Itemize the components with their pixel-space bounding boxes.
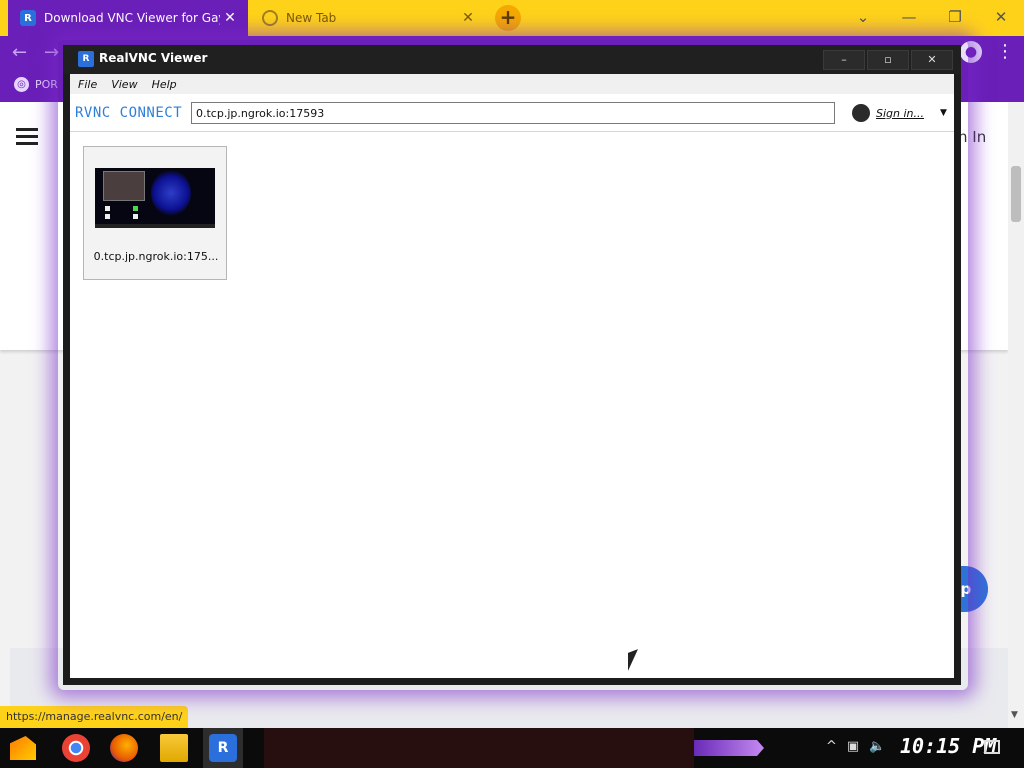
scrollbar[interactable] — [1008, 102, 1024, 728]
new-tab-button[interactable]: + — [495, 5, 521, 31]
taskbar-clock[interactable]: 10:15 PM — [900, 734, 996, 758]
tab-title: New Tab — [286, 11, 337, 25]
minimize-button[interactable]: – — [823, 50, 865, 70]
scrollbar-thumb[interactable] — [1011, 166, 1021, 222]
bookmark-item[interactable]: ◎ POR — [14, 77, 58, 92]
status-bar-url: https://manage.realvnc.com/en/ — [0, 706, 189, 728]
rvnc-connect-logo: RVNC CONNECT — [75, 105, 183, 121]
window-title: RealVNC Viewer — [99, 51, 208, 65]
connection-label: 0.tcp.jp.ngrok.io:175... — [93, 250, 219, 263]
close-window-button[interactable]: ✕ — [911, 50, 953, 70]
hamburger-menu-icon[interactable] — [16, 128, 38, 149]
address-bar: RVNC CONNECT Sign in... ▼ — [70, 94, 954, 132]
forward-icon[interactable]: → — [44, 42, 59, 63]
thumbnail-desktop-icon — [133, 214, 138, 219]
firefox-icon[interactable] — [110, 734, 138, 762]
globe-icon: ◎ — [14, 77, 29, 92]
tab-new-tab[interactable]: New Tab ✕ — [250, 0, 486, 36]
menu-help[interactable]: Help — [152, 78, 177, 91]
network-icon[interactable]: ▣ — [847, 739, 859, 754]
menu-bar: File View Help — [70, 74, 954, 94]
start-icon[interactable] — [10, 736, 36, 760]
restore-button[interactable]: ❐ — [943, 8, 967, 26]
address-book-area: 0.tcp.jp.ngrok.io:175... — [70, 132, 954, 678]
notification-icon[interactable] — [984, 740, 1000, 754]
chrome-icon[interactable] — [62, 734, 90, 762]
user-icon — [852, 104, 870, 122]
thumbnail-desktop-icon — [133, 206, 138, 211]
bookmark-label: POR — [35, 78, 58, 91]
taskbar: R ^ ▣ 🔈 10:15 PM — [0, 728, 1024, 768]
thumbnail-desktop-icon — [105, 214, 110, 219]
browser-tabstrip: R Download VNC Viewer for Gay ✕ New Tab … — [0, 0, 1024, 36]
window-titlebar[interactable]: R RealVNC Viewer – ▫ ✕ — [63, 45, 961, 74]
realvnc-viewer-window: R RealVNC Viewer – ▫ ✕ File View Help RV… — [63, 45, 961, 685]
file-explorer-icon[interactable] — [160, 734, 188, 762]
menu-file[interactable]: File — [78, 78, 97, 91]
back-icon[interactable]: ← — [12, 42, 27, 63]
volume-icon[interactable]: 🔈 — [869, 739, 885, 754]
chevron-down-icon[interactable]: ▼ — [940, 108, 947, 118]
realvnc-icon[interactable]: R — [209, 734, 237, 762]
close-icon[interactable]: ✕ — [458, 10, 478, 26]
scroll-down-arrow-icon[interactable]: ▼ — [1011, 710, 1018, 720]
thumbnail-wallpaper — [151, 170, 191, 216]
close-window-button[interactable]: ✕ — [989, 8, 1013, 26]
thumbnail-window — [103, 171, 145, 201]
thumbnail-taskbar — [95, 224, 215, 228]
realvnc-icon: R — [78, 51, 94, 67]
close-icon[interactable]: ✕ — [220, 10, 240, 26]
chevron-down-icon[interactable]: ⌄ — [851, 8, 875, 26]
chrome-icon — [262, 10, 278, 26]
taskbar-window-preview — [264, 728, 694, 768]
tray-chevron-up-icon[interactable]: ^ — [826, 739, 837, 754]
maximize-button[interactable]: ▫ — [867, 50, 909, 70]
thumbnail-desktop-icon — [105, 206, 110, 211]
mouse-cursor — [628, 649, 638, 671]
more-menu-icon[interactable]: ⋮ — [996, 41, 1014, 62]
minimize-button[interactable]: — — [897, 8, 921, 26]
connection-thumbnail — [95, 168, 215, 228]
realvnc-icon: R — [20, 10, 36, 26]
sign-in-button[interactable]: Sign in... ▼ — [852, 104, 947, 122]
taskbar-decoration — [694, 740, 764, 756]
vnc-address-input[interactable] — [191, 102, 835, 124]
menu-view[interactable]: View — [111, 78, 137, 91]
tab-download-vnc[interactable]: R Download VNC Viewer for Gay ✕ — [8, 0, 248, 36]
sign-in-label: Sign in... — [876, 106, 925, 120]
system-tray: ^ ▣ 🔈 — [826, 739, 885, 754]
connection-card[interactable]: 0.tcp.jp.ngrok.io:175... — [83, 146, 227, 280]
tab-title: Download VNC Viewer for Gay — [44, 11, 220, 25]
